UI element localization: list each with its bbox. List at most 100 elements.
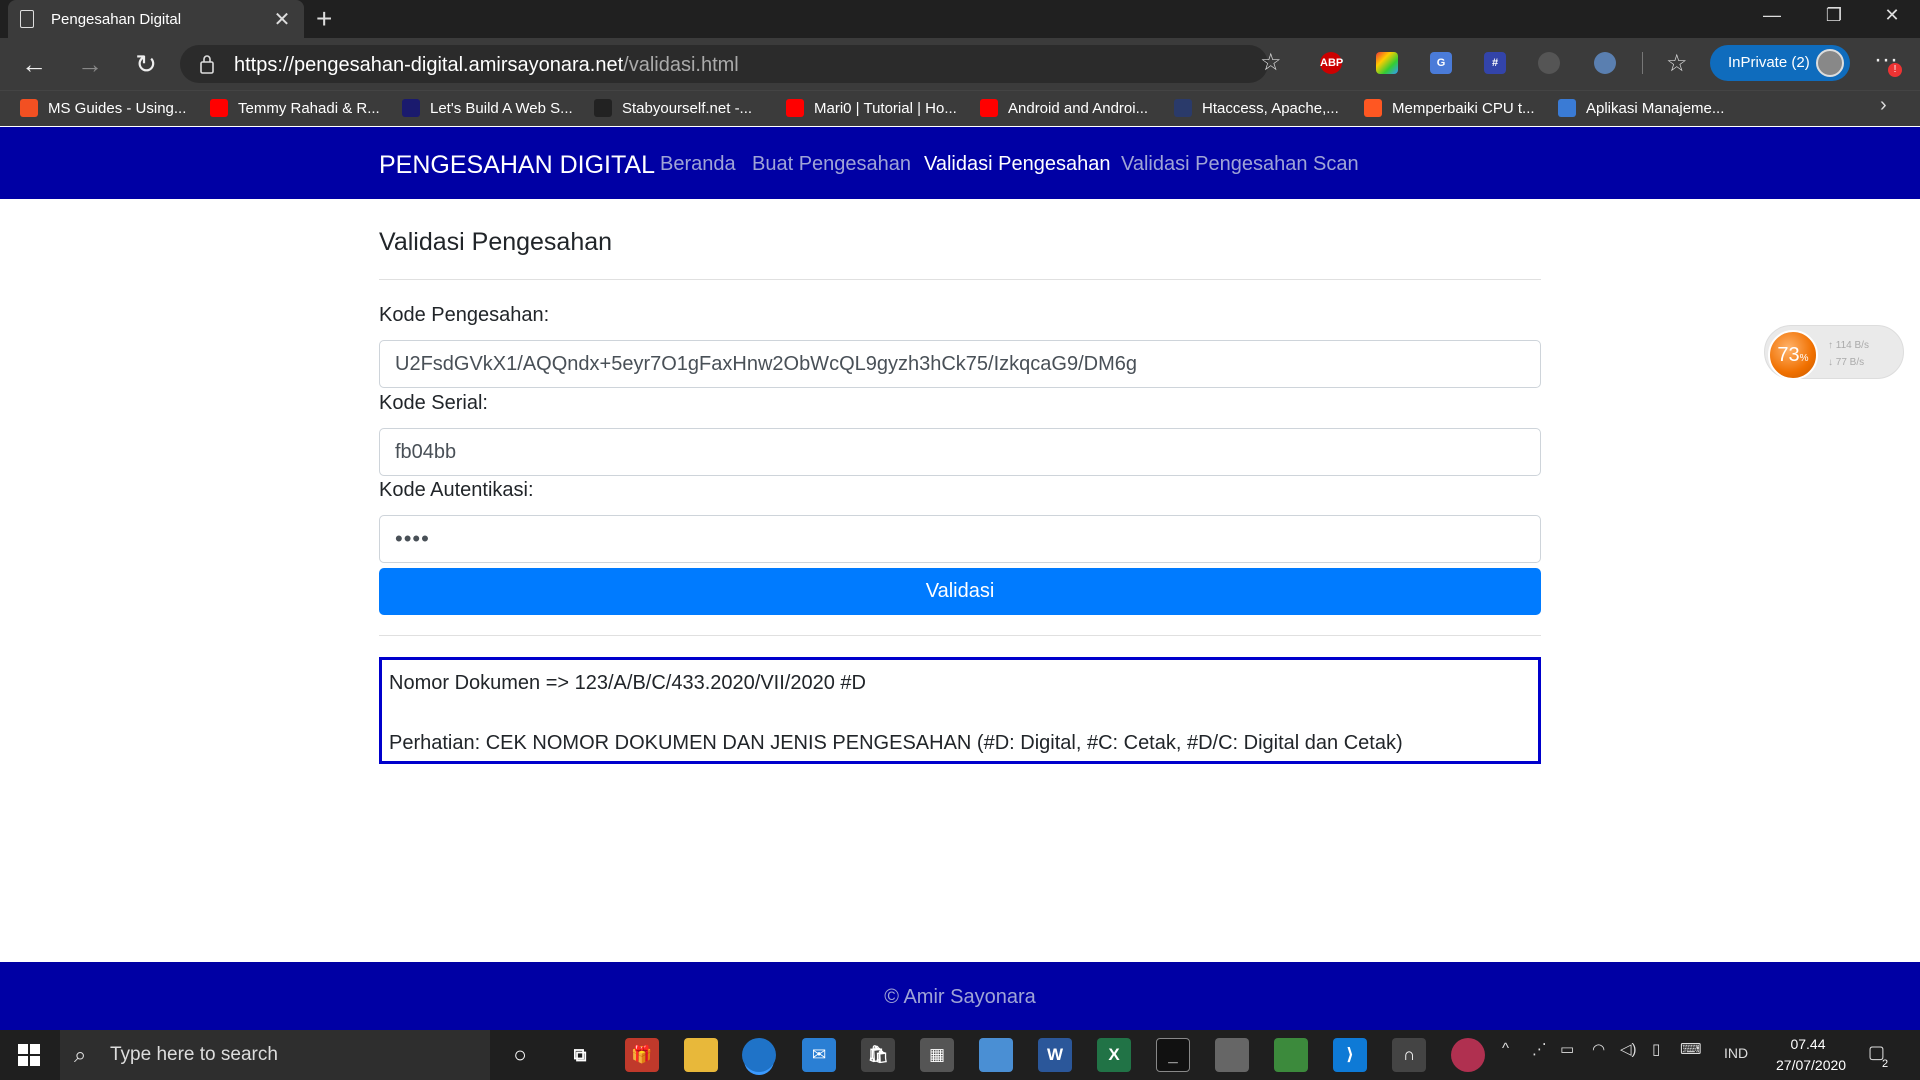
word-icon[interactable]: W xyxy=(1038,1038,1072,1072)
headphones-app-icon[interactable]: ∩ xyxy=(1392,1038,1426,1072)
tab-close-icon[interactable]: ✕ xyxy=(272,7,292,32)
tray-expand-icon[interactable]: ^ xyxy=(1502,1040,1509,1057)
calculator-icon[interactable]: ▦ xyxy=(920,1038,954,1072)
download-speed-value: 77 B/s xyxy=(1835,357,1865,368)
nav-validasi-pengesahan-scan[interactable]: Validasi Pengesahan Scan xyxy=(1121,153,1359,176)
search-icon: ⌕ xyxy=(74,1042,87,1067)
profile-avatar xyxy=(1816,49,1844,77)
site-brand[interactable]: PENGESAHAN DIGITAL xyxy=(379,151,655,180)
kode-serial-input[interactable]: fb04bb xyxy=(379,428,1541,476)
bookmarks-more-chevron-icon[interactable]: › xyxy=(1880,94,1887,117)
wifi-icon[interactable]: ◠ xyxy=(1592,1040,1605,1058)
validasi-button[interactable]: Validasi xyxy=(379,568,1541,615)
bookmark-item[interactable]: Temmy Rahadi & R... xyxy=(210,95,380,121)
toolbar-divider xyxy=(1642,52,1643,74)
taskbar-search-box[interactable]: Type here to search xyxy=(60,1030,490,1080)
kode-pengesahan-input[interactable]: U2FsdGVkX1/AQQndx+5eyr7O1gFaxHnw2ObWcQL9… xyxy=(379,340,1541,388)
mail-icon[interactable]: ✉ xyxy=(802,1038,836,1072)
reload-icon[interactable]: ↻ xyxy=(118,38,174,90)
footer-copyright: © Amir Sayonara xyxy=(884,986,1036,1008)
tablet-icon[interactable]: ▯ xyxy=(1652,1040,1660,1058)
cortana-icon[interactable]: ○ xyxy=(503,1038,537,1072)
nav-validasi-pengesahan[interactable]: Validasi Pengesahan xyxy=(924,153,1110,176)
bookmark-label: MS Guides - Using... xyxy=(48,99,187,117)
alert-badge-icon: ! xyxy=(1888,63,1902,77)
paint-app-icon[interactable] xyxy=(1451,1038,1485,1072)
taskbar-clock[interactable]: 07.44 27/07/2020 xyxy=(1776,1034,1847,1076)
battery-icon[interactable]: ▭ xyxy=(1560,1040,1574,1058)
upload-speed: ↑ 114 B/s xyxy=(1828,340,1869,351)
tray-network-activity-icon[interactable]: ⋰ xyxy=(1532,1040,1547,1058)
divider xyxy=(379,635,1541,636)
result-spacer xyxy=(389,698,1531,728)
result-document-number: Nomor Dokumen => 123/A/B/C/433.2020/VII/… xyxy=(389,672,866,694)
bookmark-item[interactable]: MS Guides - Using... xyxy=(20,95,186,121)
image-viewer-icon[interactable] xyxy=(1274,1038,1308,1072)
rs-icon xyxy=(402,99,420,117)
restore-icon[interactable]: ❐ xyxy=(1806,0,1862,32)
clock-time: 07.44 xyxy=(1790,1036,1826,1052)
nav-buat-pengesahan[interactable]: Buat Pengesahan xyxy=(752,153,911,176)
bot-icon[interactable] xyxy=(1538,52,1560,74)
abp-icon[interactable]: ABP xyxy=(1320,52,1343,74)
new-tab-button[interactable]: + xyxy=(316,3,332,35)
youtube-icon xyxy=(980,99,998,117)
remote-desktop-icon[interactable] xyxy=(979,1038,1013,1072)
bookmark-label: Htaccess, Apache,... xyxy=(1202,99,1339,117)
search-placeholder: Type here to search xyxy=(110,1044,278,1065)
cpu-percent-gauge: 73% xyxy=(1768,330,1818,380)
youtube-icon xyxy=(786,99,804,117)
forward-icon[interactable]: → xyxy=(62,38,118,90)
store-icon[interactable]: 🛍 xyxy=(861,1038,895,1072)
bookmark-item[interactable]: Mari0 | Tutorial | Ho... xyxy=(786,95,957,121)
bookmark-label: Mari0 | Tutorial | Ho... xyxy=(814,99,957,117)
m-icon xyxy=(594,99,612,117)
window-close-icon[interactable]: ✕ xyxy=(1864,0,1920,32)
vscode-icon[interactable]: ⟩ xyxy=(1333,1038,1367,1072)
widget-percent: 73 xyxy=(1777,344,1800,366)
bookmark-item[interactable]: Stabyourself.net -... xyxy=(594,95,752,121)
nav-beranda[interactable]: Beranda xyxy=(660,153,736,176)
video-editor-icon[interactable] xyxy=(1215,1038,1249,1072)
divider xyxy=(379,279,1541,280)
url-text[interactable]: https://pengesahan-digital.amirsayonara.… xyxy=(234,52,739,78)
task-view-icon[interactable]: ⧉ xyxy=(563,1038,597,1072)
favorite-star-icon[interactable]: ☆ xyxy=(1260,48,1282,77)
edge-browser-icon[interactable] xyxy=(742,1038,776,1072)
bookmark-item[interactable]: Aplikasi Manajeme... xyxy=(1558,95,1724,121)
volume-icon[interactable]: ◁) xyxy=(1620,1040,1637,1058)
bookmark-item[interactable]: Memperbaiki CPU t... xyxy=(1364,95,1535,121)
bookmark-item[interactable]: Android and Androi... xyxy=(980,95,1148,121)
youtube-icon xyxy=(210,99,228,117)
blogger-icon xyxy=(1364,99,1382,117)
file-explorer-icon[interactable] xyxy=(684,1038,718,1072)
kode-serial-label: Kode Serial: xyxy=(379,392,488,414)
kode-autentikasi-label: Kode Autentikasi: xyxy=(379,479,534,501)
globe-icon[interactable] xyxy=(1594,52,1616,74)
inprivate-button[interactable]: InPrivate (2) xyxy=(1710,45,1850,81)
browser-tab[interactable]: Pengesahan Digital ✕ xyxy=(8,0,304,38)
gift-app-icon[interactable]: 🎁 xyxy=(625,1038,659,1072)
favorites-list-icon[interactable]: ☆ xyxy=(1666,49,1688,78)
colorful-extension-icon[interactable] xyxy=(1376,52,1398,74)
google-translate-icon[interactable]: G xyxy=(1430,52,1452,74)
bookmark-label: Let's Build A Web S... xyxy=(430,99,573,117)
back-icon[interactable]: ← xyxy=(6,38,62,90)
keyboard-icon[interactable]: ⌨ xyxy=(1680,1040,1702,1058)
terminal-icon[interactable]: _ xyxy=(1156,1038,1190,1072)
bookmark-item[interactable]: Let's Build A Web S... xyxy=(402,95,573,121)
bookmark-item[interactable]: Htaccess, Apache,... xyxy=(1174,95,1339,121)
tech-extension-icon[interactable]: # xyxy=(1484,52,1506,74)
inprivate-label: InPrivate (2) xyxy=(1728,54,1810,71)
url-path: /validasi.html xyxy=(623,54,739,76)
excel-icon[interactable]: X xyxy=(1097,1038,1131,1072)
download-speed: ↓ 77 B/s xyxy=(1828,357,1865,368)
clock-date: 27/07/2020 xyxy=(1776,1057,1847,1073)
kode-autentikasi-input[interactable]: •••• xyxy=(379,515,1541,563)
language-indicator[interactable]: IND xyxy=(1724,1045,1748,1061)
windows-start-icon[interactable] xyxy=(18,1044,40,1066)
minimize-icon[interactable]: — xyxy=(1744,0,1800,32)
tab-title: Pengesahan Digital xyxy=(51,10,182,28)
lock-icon[interactable] xyxy=(200,54,214,74)
upload-speed-value: 114 B/s xyxy=(1835,340,1869,351)
